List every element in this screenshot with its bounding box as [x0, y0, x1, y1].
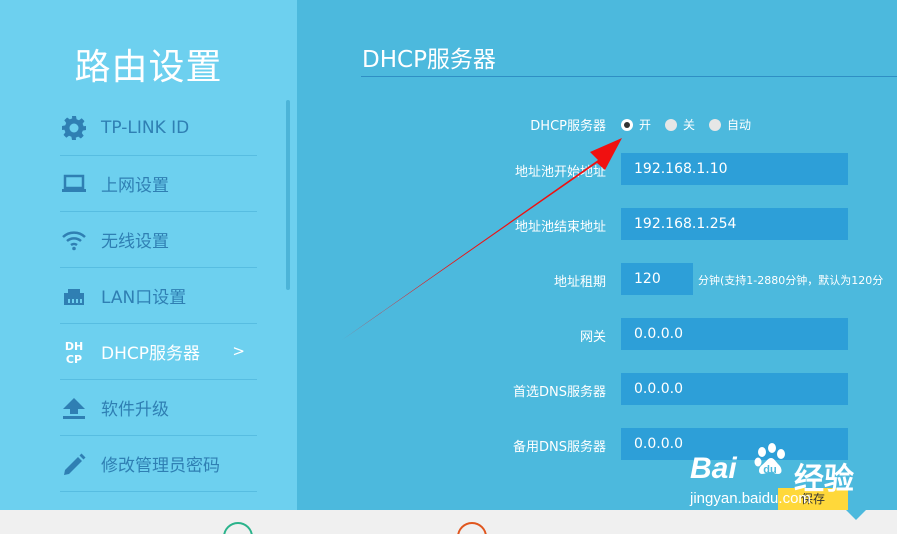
- svg-text:du: du: [763, 464, 776, 476]
- paw-icon: du: [754, 443, 785, 476]
- baidu-watermark: Bai du 经验 jingyan.baidu.com: [690, 443, 880, 512]
- watermark-brand: Bai: [690, 452, 737, 485]
- watermark-url: jingyan.baidu.com: [690, 490, 811, 507]
